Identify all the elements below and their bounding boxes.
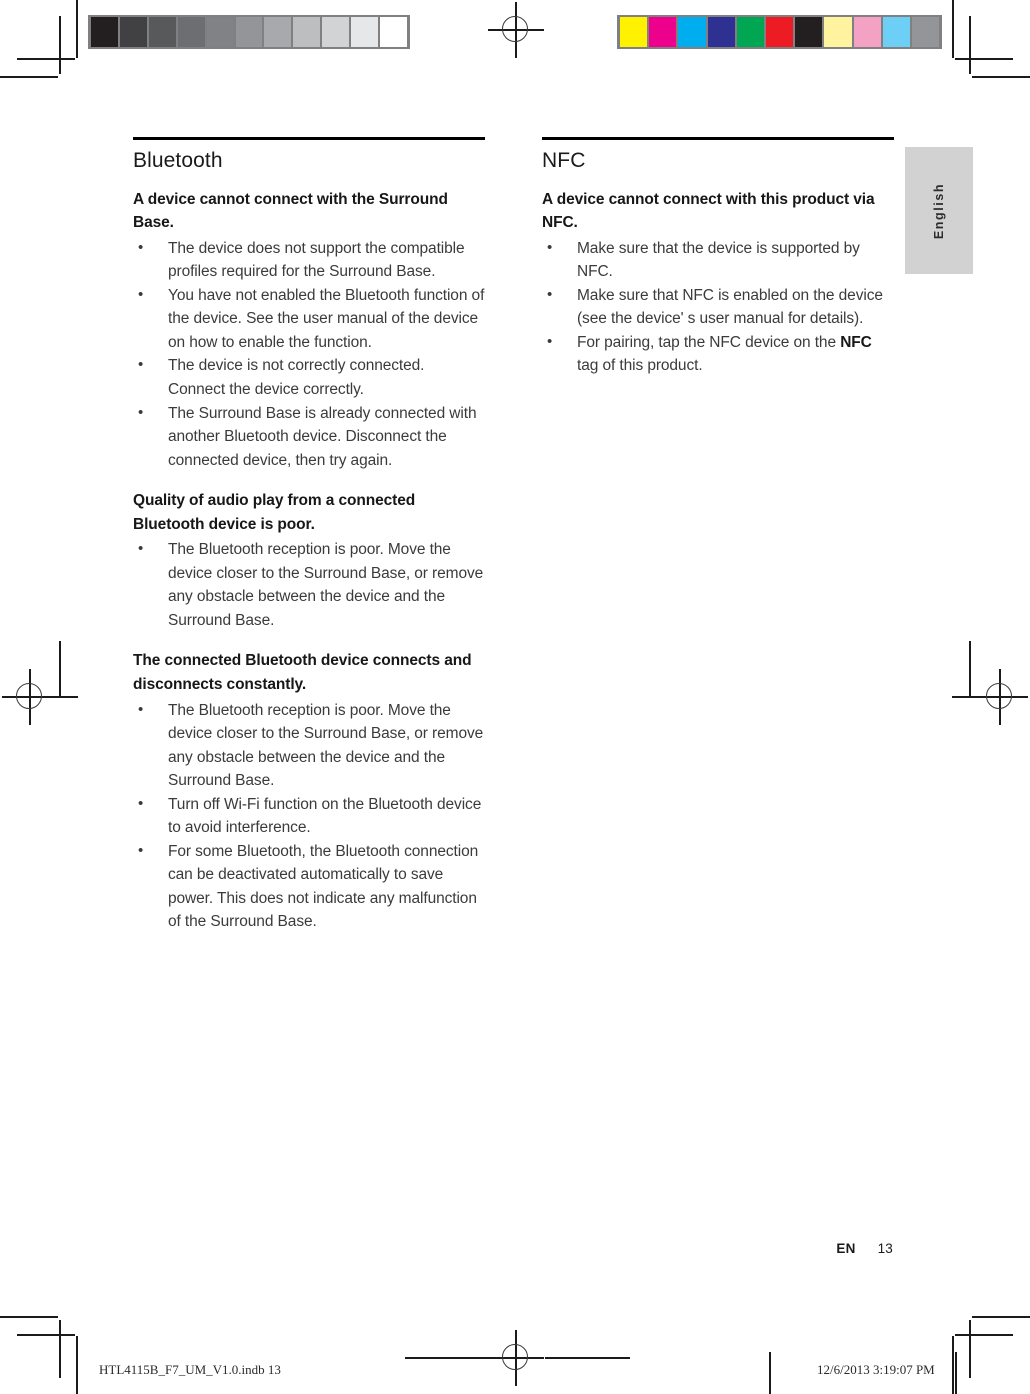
print-slug-filename: HTL4115B_F7_UM_V1.0.indb 13 (99, 1362, 281, 1377)
grayscale-patch-2 (148, 17, 176, 47)
crop-mark-top-left-inner-h (17, 58, 75, 60)
color-patch-10 (911, 17, 940, 47)
color-patch-5 (765, 17, 794, 47)
crop-mark-bottom-left-outer-v (76, 1336, 78, 1394)
footer-language-code: EN (836, 1241, 856, 1256)
troubleshooting-block: A device cannot connect with this produc… (542, 188, 894, 378)
language-tab-label: English (932, 182, 946, 239)
language-thumb-tab: English (905, 147, 973, 274)
list-item-text-pre: For pairing, tap the NFC device on the (577, 333, 841, 351)
list-item: The Bluetooth reception is poor. Move th… (133, 699, 485, 793)
grayscale-patch-10 (380, 17, 407, 47)
grayscale-patch-7 (293, 17, 321, 47)
color-patch-0 (620, 17, 648, 47)
crop-mark-top-left-outer-h (0, 76, 58, 78)
registration-circle (502, 16, 528, 42)
list-item: The device is not correctly connected. C… (133, 354, 485, 401)
column-bluetooth: Bluetooth A device cannot connect with t… (133, 137, 485, 934)
page-number: 13 (877, 1241, 893, 1256)
color-patch-2 (678, 17, 706, 47)
column-nfc: NFC A device cannot connect with this pr… (542, 137, 894, 378)
crop-mark-bottom-right-inner-h (955, 1334, 1013, 1336)
troubleshooting-block: The connected Bluetooth device connects … (133, 649, 485, 934)
list-item: Make sure that NFC is enabled on the dev… (542, 284, 894, 331)
crop-mark-bottom-left-inner-h (17, 1334, 75, 1336)
registration-circle (502, 1344, 528, 1370)
color-patch-4 (736, 17, 764, 47)
troubleshooting-heading: The connected Bluetooth device connects … (133, 652, 472, 693)
grayscale-patch-8 (322, 17, 350, 47)
grayscale-patch-4 (206, 17, 234, 47)
list-item: Turn off Wi-Fi function on the Bluetooth… (133, 793, 485, 840)
grayscale-patch-9 (351, 17, 379, 47)
troubleshooting-heading: A device cannot connect with the Surroun… (133, 190, 448, 232)
registration-circle (986, 683, 1012, 709)
bleed-tick-left (56, 696, 78, 698)
crop-mark-top-right-outer-h (972, 76, 1030, 78)
color-patch-1 (649, 17, 677, 47)
crop-mark-bottom-left-outer-h (0, 1316, 58, 1318)
registration-mark-left (2, 669, 58, 725)
bleed-tick-bottom-right (545, 1357, 630, 1359)
list-item: The Surround Base is already connected w… (133, 402, 485, 473)
crop-mark-bottom-right-outer-h (972, 1316, 1030, 1318)
list-item-text-post: tag of this product. (577, 357, 703, 375)
grayscale-patch-0 (91, 17, 118, 47)
manual-page: English Bluetooth A device cannot connec… (0, 0, 1030, 1394)
list-item: For some Bluetooth, the Bluetooth connec… (133, 840, 485, 934)
troubleshooting-bullet-list: Make sure that the device is supported b… (542, 237, 894, 378)
list-item: Make sure that the device is supported b… (542, 237, 894, 284)
section-title-nfc: NFC (542, 148, 586, 172)
bleed-tick-bottom-slug-left (769, 1352, 771, 1394)
grayscale-patch-1 (119, 17, 147, 47)
section-title-bluetooth: Bluetooth (133, 148, 223, 172)
bleed-tick-bottom-left (405, 1357, 490, 1359)
bleed-tick-right (952, 696, 974, 698)
color-patch-6 (795, 17, 823, 47)
color-patch-3 (707, 17, 735, 47)
crop-mark-top-left-outer-v (76, 0, 78, 58)
crop-mark-bottom-right-inner-v (969, 1320, 971, 1378)
registration-mark-bottom (488, 1330, 544, 1386)
section-rule-nfc (542, 137, 894, 140)
grayscale-patch-3 (177, 17, 205, 47)
grayscale-patch-5 (235, 17, 263, 47)
crop-mark-top-right-inner-v (969, 16, 971, 74)
crop-mark-top-right-inner-h (955, 58, 1013, 60)
registration-mark-right (972, 669, 1028, 725)
list-item: You have not enabled the Bluetooth funct… (133, 284, 485, 355)
color-patch-9 (882, 17, 910, 47)
list-item: The Bluetooth reception is poor. Move th… (133, 538, 485, 632)
section-rule-bluetooth (133, 137, 485, 140)
bleed-tick-right-vertical (969, 641, 971, 696)
crop-mark-top-right-outer-v (952, 0, 954, 58)
troubleshooting-block: A device cannot connect with the Surroun… (133, 188, 485, 473)
troubleshooting-bullet-list: The Bluetooth reception is poor. Move th… (133, 699, 485, 934)
color-patch-7 (824, 17, 852, 47)
crop-mark-bottom-right-outer-v (952, 1336, 954, 1394)
troubleshooting-heading: Quality of audio play from a connected B… (133, 492, 416, 533)
troubleshooting-heading: A device cannot connect with this produc… (542, 190, 875, 232)
troubleshooting-bullet-list: The device does not support the compatib… (133, 237, 485, 472)
color-control-strip (617, 15, 942, 49)
list-item: For pairing, tap the NFC device on the N… (542, 331, 894, 378)
nfc-tag-label: NFC (840, 333, 872, 351)
bleed-tick-bottom-slug-right (955, 1352, 957, 1394)
troubleshooting-block: Quality of audio play from a connected B… (133, 489, 485, 632)
print-slug-timestamp: 12/6/2013 3:19:07 PM (817, 1362, 935, 1377)
crop-mark-bottom-left-inner-v (59, 1320, 61, 1378)
troubleshooting-bullet-list: The Bluetooth reception is poor. Move th… (133, 538, 485, 632)
list-item: The device does not support the compatib… (133, 237, 485, 284)
bleed-tick-left-vertical (59, 641, 61, 696)
grayscale-control-strip (88, 15, 410, 49)
footer-folio: EN 13 (700, 1241, 893, 1256)
color-patch-8 (853, 17, 881, 47)
registration-circle (16, 683, 42, 709)
registration-mark-top (488, 2, 544, 58)
grayscale-patch-6 (264, 17, 292, 47)
crop-mark-top-left-inner-v (59, 16, 61, 74)
